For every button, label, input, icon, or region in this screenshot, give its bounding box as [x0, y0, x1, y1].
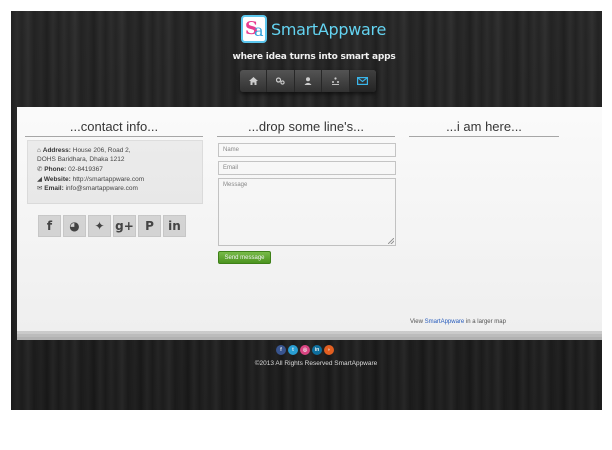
email-value[interactable]: info@smartappware.com	[66, 185, 138, 192]
mail-icon	[357, 77, 369, 85]
home-icon	[248, 77, 258, 85]
footer-facebook-icon[interactable]: f	[276, 345, 286, 355]
phone-value: 02-8419367	[68, 166, 103, 173]
map-link-line: View SmartAppware in a larger map	[410, 319, 506, 325]
map-link[interactable]: SmartAppware	[425, 319, 465, 325]
envelope-icon: ✉	[37, 185, 43, 192]
footer-twitter-icon[interactable]: t	[288, 345, 298, 355]
drop-line-title: ...drop some line's...	[217, 119, 395, 137]
phone-label: Phone:	[44, 166, 67, 173]
signal-icon: ◢	[37, 176, 42, 183]
twitter-button[interactable]: ✦	[88, 215, 111, 237]
name-field[interactable]: Name	[218, 143, 396, 157]
email-line: ✉ Email: info@smartappware.com	[37, 184, 138, 192]
nav-about[interactable]	[295, 70, 323, 92]
content-panel: ...contact info... ...drop some line's..…	[17, 107, 602, 331]
google-plus-button[interactable]: g+	[113, 215, 136, 237]
pinterest-icon: P	[145, 219, 154, 233]
map-title: ...i am here...	[409, 119, 559, 137]
website-label: Website:	[43, 176, 71, 183]
github-button[interactable]: ◕	[63, 215, 86, 237]
address-label: Address:	[42, 147, 71, 154]
tagline: where idea turns into smart apps	[232, 52, 396, 62]
phone-icon: ✆	[37, 166, 43, 173]
nav-contact[interactable]	[349, 70, 377, 92]
brand-name: SmartAppware	[271, 20, 387, 39]
website-value[interactable]: http://smartappware.com	[73, 176, 145, 183]
logo-badge-icon: Sa	[241, 15, 267, 43]
linkedin-icon: in	[168, 219, 181, 233]
about-icon	[304, 77, 312, 85]
main-nav	[240, 70, 377, 92]
logo[interactable]: Sa SmartAppware	[241, 14, 386, 50]
map-link-prefix: View	[410, 319, 425, 325]
page-background: Sa SmartAppware where idea turns into sm…	[11, 11, 602, 410]
contact-info-box: ⌂ Address: House 206, Road 2, DOHS Barid…	[27, 140, 203, 204]
address-line1: House 206, Road 2,	[72, 147, 131, 154]
linkedin-button[interactable]: in	[163, 215, 186, 237]
address-line: ⌂ Address: House 206, Road 2,	[37, 147, 131, 154]
message-field[interactable]: Message	[218, 178, 396, 246]
footer-linkedin-icon[interactable]: in	[312, 345, 322, 355]
google-plus-icon: g+	[115, 219, 134, 233]
services-icon	[276, 77, 285, 85]
pinterest-button[interactable]: P	[138, 215, 161, 237]
phone-line: ✆ Phone: 02-8419367	[37, 165, 103, 173]
email-label: Email:	[44, 185, 64, 192]
facebook-button[interactable]: f	[38, 215, 61, 237]
footer-rss-icon[interactable]: ◗	[324, 345, 334, 355]
map-link-suffix: in a larger map	[464, 319, 506, 325]
twitter-icon: ✦	[94, 219, 105, 233]
team-icon	[331, 77, 339, 85]
website-line: ◢ Website: http://smartappware.com	[37, 175, 144, 183]
email-field[interactable]: Email	[218, 161, 396, 175]
contact-info-title: ...contact info...	[25, 119, 203, 137]
footer-social-icons: f t ◎ in ◗	[276, 345, 334, 355]
send-message-button[interactable]: Send message	[218, 251, 271, 264]
nav-home[interactable]	[240, 70, 268, 92]
home-icon: ⌂	[37, 147, 41, 154]
nav-services[interactable]	[267, 70, 295, 92]
nav-team[interactable]	[322, 70, 350, 92]
github-icon: ◕	[69, 219, 80, 233]
footer-dribbble-icon[interactable]: ◎	[300, 345, 310, 355]
social-links: f ◕ ✦ g+ P in	[38, 215, 186, 237]
facebook-icon: f	[46, 219, 53, 233]
address-line2: DOHS Baridhara, Dhaka 1212	[37, 156, 125, 163]
message-placeholder: Message	[223, 182, 248, 188]
copyright: ©2013 All Rights Reserved SmartAppware	[254, 360, 378, 367]
resize-handle-icon[interactable]	[388, 238, 394, 244]
